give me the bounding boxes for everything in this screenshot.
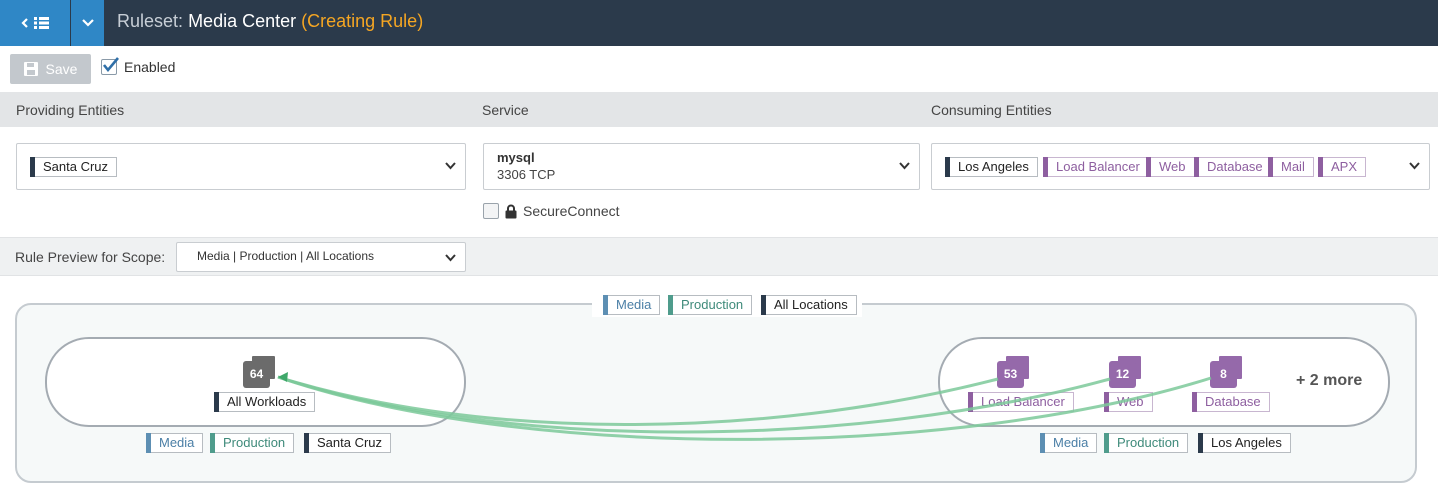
service-name: mysql: [497, 150, 535, 165]
chevron-down-icon: [445, 162, 456, 170]
app-label-pill: Media: [1040, 433, 1098, 453]
role-pill: Mail: [1268, 157, 1314, 177]
chevron-down-icon: [81, 19, 94, 27]
title-prefix: Ruleset:: [117, 11, 184, 31]
back-list-icon: [21, 17, 49, 29]
role-pill: APX: [1318, 157, 1367, 177]
providing-entities-heading: Providing Entities: [16, 102, 125, 118]
role-pill: Load Balancer: [1043, 157, 1149, 177]
consuming-entities-heading: Consuming Entities: [931, 102, 1052, 118]
service-select[interactable]: mysql 3306 TCP: [483, 143, 920, 190]
rule-columns-header: Providing Entities Service Consuming Ent…: [0, 92, 1438, 127]
scope-value: Media | Production | All Locations: [197, 249, 374, 263]
env-label-pill: Production: [668, 295, 753, 315]
lock-icon: [505, 204, 517, 218]
workload-count-badge[interactable]: 53: [997, 361, 1024, 388]
chevron-down-icon: [1409, 162, 1420, 170]
workload-count-badge[interactable]: 8: [1210, 361, 1237, 388]
workload-role-pill: Database: [1192, 392, 1270, 412]
workload-count-badge[interactable]: 64: [243, 361, 270, 388]
scope-label: Rule Preview for Scope:: [15, 249, 166, 265]
page-title: Ruleset: Media Center (Creating Rule): [117, 11, 423, 32]
secure-connect-checkbox[interactable]: [483, 203, 499, 219]
back-to-list-button[interactable]: [0, 0, 70, 46]
checkmark-icon: [102, 57, 119, 73]
workload-role-pill: All Workloads: [214, 392, 316, 412]
service-port: 3306 TCP: [497, 167, 556, 182]
workload-role-pill: Load Balancer: [968, 392, 1074, 412]
rule-preview-bar: Rule Preview for Scope: Media | Producti…: [0, 237, 1438, 276]
loc-label-pill: All Locations: [761, 295, 857, 315]
scope-select[interactable]: Media | Production | All Locations: [176, 242, 466, 272]
ruleset-name: Media Center: [188, 11, 297, 31]
chevron-down-icon: [445, 254, 456, 262]
chevron-down-icon: [899, 162, 910, 170]
enabled-label: Enabled: [124, 59, 176, 75]
role-pill: Web: [1146, 157, 1195, 177]
nav-dropdown-button[interactable]: [71, 0, 104, 46]
app-label-pill: Media: [603, 295, 661, 315]
top-bar: Ruleset: Media Center (Creating Rule): [0, 0, 1438, 46]
providing-entities-select[interactable]: Santa Cruz: [16, 143, 466, 190]
save-icon: [23, 62, 38, 76]
role-pill: Database: [1194, 157, 1272, 177]
env-label-pill: Production: [1104, 433, 1189, 453]
more-workloads-link[interactable]: + 2 more: [1296, 372, 1362, 390]
enabled-checkbox[interactable]: [101, 57, 119, 75]
consuming-entities-select[interactable]: Los Angeles Load Balancer Web Database M…: [931, 143, 1430, 190]
save-button[interactable]: Save: [10, 54, 91, 84]
loc-label-pill: Los Angeles: [1198, 433, 1291, 453]
loc-label-pill: Santa Cruz: [304, 433, 392, 453]
label-pill: Santa Cruz: [30, 157, 118, 177]
secure-connect-toggle[interactable]: SecureConnect: [483, 203, 620, 219]
enabled-toggle[interactable]: Enabled: [101, 57, 176, 75]
save-label: Save: [45, 61, 78, 77]
workload-role-pill: Web: [1104, 392, 1153, 412]
workload-count-badge[interactable]: 12: [1109, 361, 1136, 388]
app-label-pill: Media: [146, 433, 204, 453]
secure-connect-label: SecureConnect: [523, 203, 620, 219]
label-pill: Los Angeles: [945, 157, 1038, 177]
rule-status: (Creating Rule): [301, 11, 424, 31]
env-label-pill: Production: [210, 433, 295, 453]
service-heading: Service: [482, 102, 529, 118]
